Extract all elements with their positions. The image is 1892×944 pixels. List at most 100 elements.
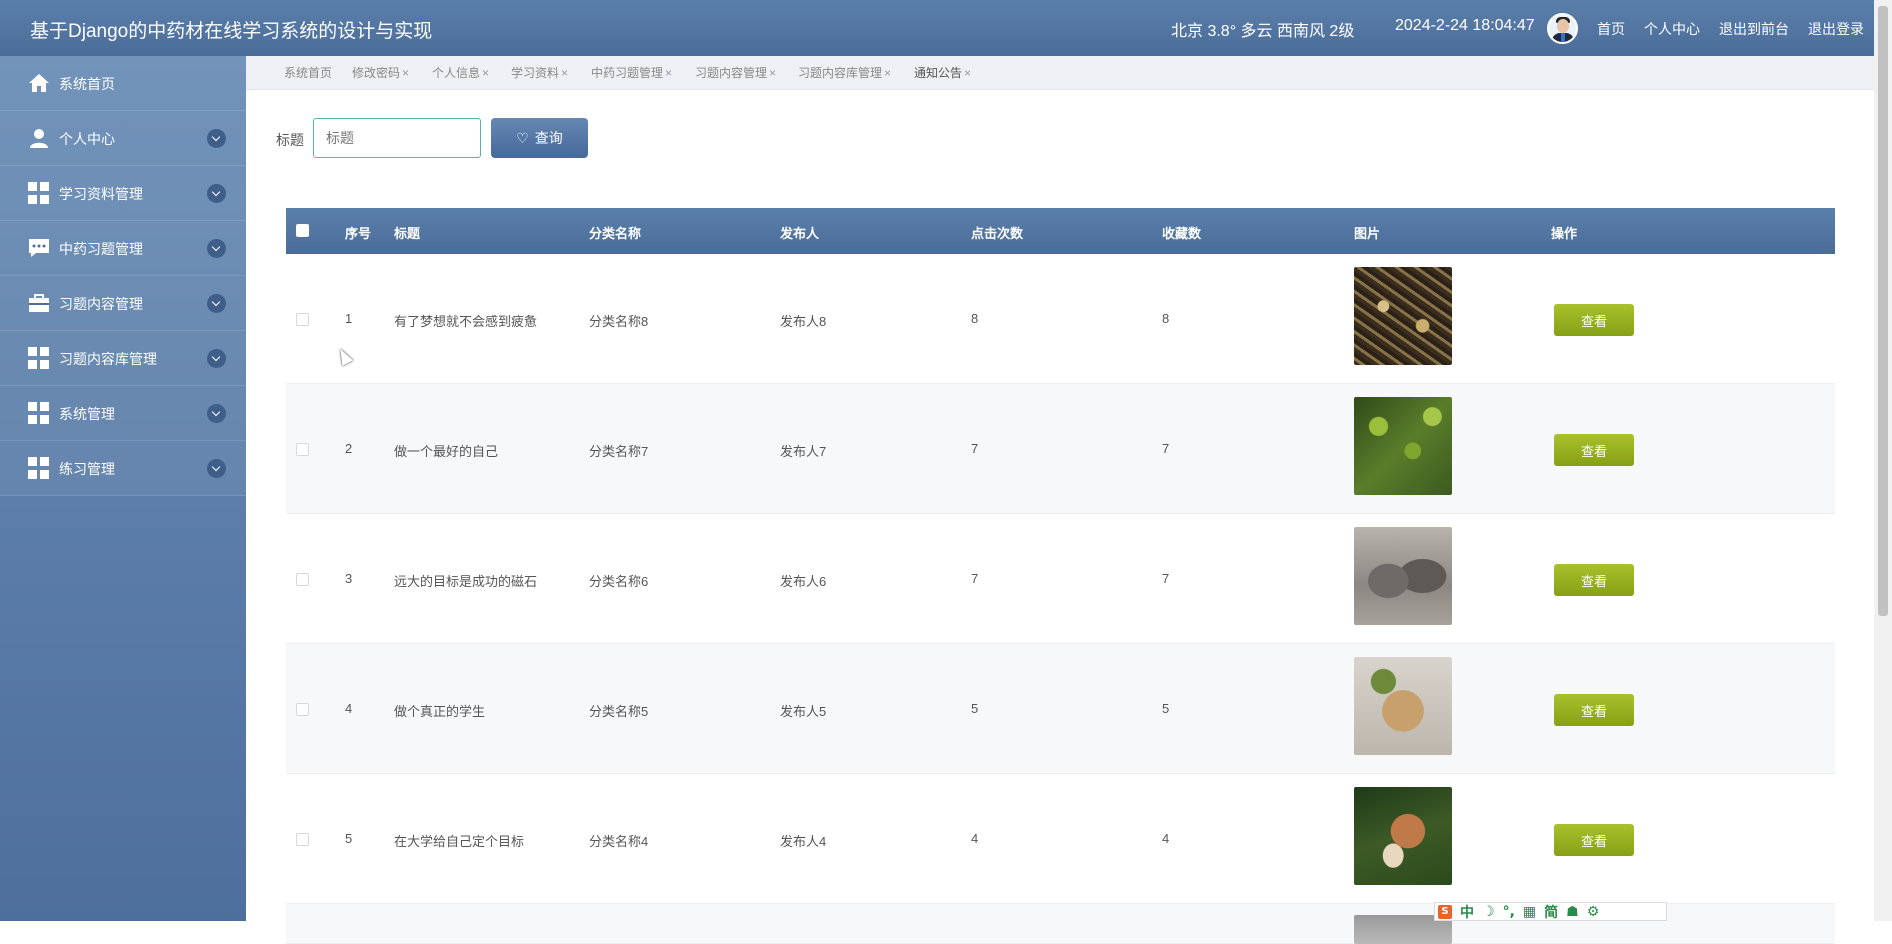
chat-icon (29, 239, 49, 257)
col-publisher: 发布人 (780, 226, 820, 241)
cell-favorites: 4 (1162, 831, 1170, 846)
select-all-checkbox[interactable] (296, 224, 309, 237)
cell-clicks: 8 (971, 311, 979, 326)
ime-chinese-mode[interactable]: 中 (1460, 902, 1474, 922)
sidebar-item-label: 中药习题管理 (59, 241, 143, 257)
herb-image (1354, 267, 1452, 365)
row-checkbox[interactable] (296, 443, 309, 456)
sidebar-item-exercise-library[interactable]: 习题内容库管理 (0, 331, 246, 386)
cell-index: 1 (345, 311, 353, 326)
chevron-down-icon[interactable] (207, 404, 226, 423)
cell-clicks: 4 (971, 831, 979, 846)
cell-category: 分类名称4 (589, 834, 649, 849)
col-title: 标题 (394, 226, 421, 241)
sidebar-item-label: 个人中心 (59, 131, 115, 147)
tab-bar: 系统首页 修改密码 × 个人信息 × 学习资料 × 中药习题管理 × 习题内容管理 × 习… (246, 56, 1874, 90)
row-checkbox[interactable] (296, 833, 309, 846)
tab-change-password[interactable]: 修改密码 × (352, 64, 409, 81)
table-body: 1 有了梦想就不会感到疲惫 分类名称8 发布人8 8 8 查看 2 做一个最好的… (286, 254, 1835, 944)
page-scrollbar[interactable] (1874, 0, 1892, 921)
herb-image (1354, 657, 1452, 755)
chevron-down-icon[interactable] (207, 184, 226, 203)
punctuation-icon[interactable]: °, (1503, 904, 1515, 920)
moon-icon[interactable]: ☽ (1482, 904, 1495, 920)
view-button[interactable]: 查看 (1554, 564, 1634, 596)
row-checkbox[interactable] (296, 703, 309, 716)
row-checkbox[interactable] (296, 313, 309, 326)
close-icon[interactable]: × (964, 66, 971, 80)
settings-icon[interactable]: ⚙ (1587, 904, 1600, 920)
header-links: 首页 个人中心 退出到前台 退出登录 (1597, 19, 1864, 39)
grid-icon (28, 457, 50, 479)
cell-category: 分类名称7 (589, 444, 649, 459)
app-title: 基于Django的中药材在线学习系统的设计与实现 (30, 21, 433, 42)
view-button[interactable]: 查看 (1554, 304, 1634, 336)
cell-title: 在大学给自己定个目标 (394, 834, 525, 849)
herb-image (1354, 527, 1452, 625)
row-checkbox[interactable] (296, 573, 309, 586)
close-icon[interactable]: × (769, 66, 776, 80)
sidebar-item-practice[interactable]: 练习管理 (0, 441, 246, 496)
table-row: 4 做个真正的学生 分类名称5 发布人5 5 5 查看 (286, 644, 1835, 774)
sidebar-item-home[interactable]: 系统首页 (0, 56, 246, 111)
sogou-logo-icon[interactable]: S (1438, 904, 1452, 919)
sidebar-item-system[interactable]: 系统管理 (0, 386, 246, 441)
home-link[interactable]: 首页 (1597, 19, 1625, 39)
data-table: 序号 标题 分类名称 发布人 点击次数 收藏数 图片 操作 1 有了梦想就不会感… (286, 208, 1835, 944)
skin-icon[interactable]: ☗ (1566, 904, 1579, 920)
chevron-down-icon[interactable] (207, 459, 226, 478)
chevron-down-icon[interactable] (207, 239, 226, 258)
tab-herb-exercises[interactable]: 中药习题管理 × (591, 64, 672, 81)
briefcase-icon (29, 294, 49, 312)
close-icon[interactable]: × (884, 66, 891, 80)
tab-exercise-library[interactable]: 习题内容库管理 × (798, 64, 891, 81)
close-icon[interactable]: × (402, 66, 409, 80)
tab-home[interactable]: 系统首页 (284, 64, 332, 81)
view-button[interactable]: 查看 (1554, 824, 1634, 856)
cell-favorites: 8 (1162, 311, 1170, 326)
table-header: 序号 标题 分类名称 发布人 点击次数 收藏数 图片 操作 (286, 208, 1835, 254)
chevron-down-icon[interactable] (207, 294, 226, 313)
close-icon[interactable]: × (482, 66, 489, 80)
close-icon[interactable]: × (561, 66, 568, 80)
cell-title: 做一个最好的自己 (394, 444, 499, 459)
sidebar-item-label: 学习资料管理 (59, 186, 143, 202)
cell-index: 4 (345, 701, 353, 716)
grid-icon (28, 182, 50, 204)
close-icon[interactable]: × (665, 66, 672, 80)
logout-link[interactable]: 退出登录 (1808, 19, 1864, 39)
scrollbar-thumb[interactable] (1878, 6, 1888, 616)
ime-simplified[interactable]: 简 (1544, 902, 1558, 922)
tab-personal-info[interactable]: 个人信息 × (432, 64, 489, 81)
view-button[interactable]: 查看 (1554, 694, 1634, 726)
col-actions: 操作 (1551, 226, 1578, 241)
sidebar-item-personal-center[interactable]: 个人中心 (0, 111, 246, 166)
avatar[interactable] (1547, 13, 1578, 44)
chevron-down-icon[interactable] (207, 349, 226, 368)
table-row: 5 在大学给自己定个目标 分类名称4 发布人4 4 4 查看 (286, 774, 1835, 904)
sidebar-item-exercise-content[interactable]: 习题内容管理 (0, 276, 246, 331)
table-row: 3 远大的目标是成功的磁石 分类名称6 发布人6 7 7 查看 (286, 514, 1835, 644)
col-image: 图片 (1354, 226, 1381, 241)
tab-study-materials[interactable]: 学习资料 × (511, 64, 568, 81)
cell-publisher: 发布人4 (780, 834, 827, 849)
sidebar-item-label: 习题内容库管理 (59, 351, 157, 367)
cell-category: 分类名称8 (589, 314, 649, 329)
search-label: 标题 (276, 132, 304, 148)
table-row: 1 有了梦想就不会感到疲惫 分类名称8 发布人8 8 8 查看 (286, 254, 1835, 384)
cell-favorites: 7 (1162, 441, 1170, 456)
cell-category: 分类名称6 (589, 574, 649, 589)
search-input[interactable] (313, 118, 481, 158)
exit-to-frontend-link[interactable]: 退出到前台 (1719, 19, 1789, 39)
table-row: 2 做一个最好的自己 分类名称7 发布人7 7 7 查看 (286, 384, 1835, 514)
profile-link[interactable]: 个人中心 (1644, 19, 1700, 39)
tab-exercise-content[interactable]: 习题内容管理 × (695, 64, 776, 81)
sidebar-item-study-materials[interactable]: 学习资料管理 (0, 166, 246, 221)
search-button[interactable]: ♡ 查询 (491, 118, 588, 158)
chevron-down-icon[interactable] (207, 129, 226, 148)
ime-toolbar: S 中 ☽ °, ▦ 简 ☗ ⚙ (1434, 902, 1667, 921)
view-button[interactable]: 查看 (1554, 434, 1634, 466)
sidebar-item-herb-exercises[interactable]: 中药习题管理 (0, 221, 246, 276)
tab-notices[interactable]: 通知公告 × (914, 64, 971, 81)
keyboard-icon[interactable]: ▦ (1523, 904, 1536, 920)
